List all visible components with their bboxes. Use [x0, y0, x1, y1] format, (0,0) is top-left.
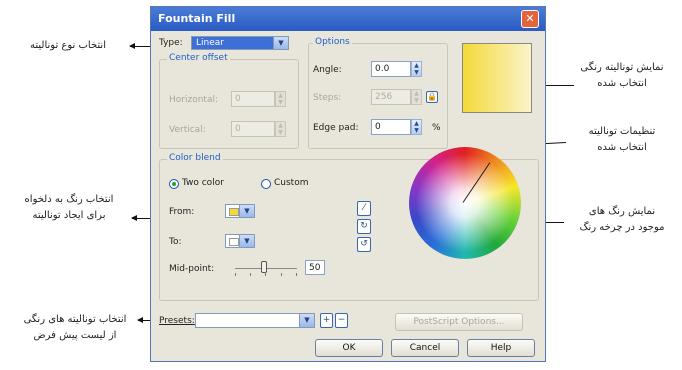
from-color-swatch: [229, 208, 239, 216]
ok-button[interactable]: OK: [315, 339, 383, 357]
to-color-dropdown[interactable]: ▼: [225, 234, 255, 248]
two-color-label: Two color: [182, 178, 224, 188]
mid-point-label: Mid-point:: [169, 264, 215, 274]
title-bar: Fountain Fill ✕: [151, 7, 545, 31]
vertical-spinner[interactable]: ▲ ▼: [275, 121, 286, 137]
to-color-swatch: [229, 238, 239, 246]
edge-pad-field[interactable]: 0: [371, 119, 411, 135]
horizontal-spinner[interactable]: ▲ ▼: [275, 91, 286, 107]
color-blend-title: Color blend: [167, 153, 223, 163]
dialog-title: Fountain Fill: [158, 12, 236, 25]
tick: [296, 273, 297, 276]
type-value: Linear: [196, 38, 224, 48]
chevron-down-icon[interactable]: ▼: [239, 235, 254, 247]
custom-radio[interactable]: [261, 179, 271, 189]
help-button[interactable]: Help: [467, 339, 535, 357]
chevron-down-icon[interactable]: ▼: [239, 205, 254, 217]
tick: [265, 273, 266, 276]
chevron-down-icon[interactable]: ▼: [299, 314, 314, 327]
cancel-button[interactable]: Cancel: [391, 339, 459, 357]
postscript-options-button[interactable]: PostScript Options...: [395, 313, 523, 331]
horizontal-field[interactable]: 0: [231, 91, 275, 107]
annotation-preview: نمایش تونالیته رنگی انتخاب شده: [580, 62, 664, 89]
vertical-label: Vertical:: [169, 125, 206, 135]
to-label: To:: [169, 237, 182, 247]
center-offset-title: Center offset: [167, 53, 230, 63]
steps-spinner[interactable]: ▲ ▼: [411, 89, 422, 105]
tick: [281, 273, 282, 276]
annotation-color-choice: انتخاب رنگ به دلخواه برای ایجاد تونالیته: [24, 194, 114, 221]
mid-point-slider-handle[interactable]: [261, 261, 267, 273]
angle-spinner[interactable]: ▲ ▼: [411, 61, 422, 77]
eyedropper-icon[interactable]: ⁄: [357, 201, 371, 216]
tick: [235, 273, 236, 276]
options-title: Options: [313, 37, 352, 47]
color-wheel[interactable]: [409, 147, 521, 259]
edge-pad-label: Edge pad:: [313, 123, 359, 133]
annotation-wheel: نمایش رنگ های موجود در چرخه رنگ: [579, 206, 665, 233]
annotation-presets: انتخاب تونالیته های رنگی از لیست پیش فرض: [23, 314, 127, 341]
edge-pad-spinner[interactable]: ▲ ▼: [411, 119, 422, 135]
annotation-settings: تنظیمات تونالیته انتخاب شده: [588, 126, 656, 153]
two-color-radio[interactable]: [169, 179, 179, 189]
mid-point-field[interactable]: 50: [305, 260, 325, 275]
from-color-dropdown[interactable]: ▼: [225, 204, 255, 218]
angle-label: Angle:: [313, 65, 342, 75]
presets-label: Presets:: [159, 316, 195, 326]
custom-label: Custom: [274, 178, 309, 188]
type-dropdown[interactable]: Linear ▼: [191, 36, 289, 50]
remove-preset-icon[interactable]: −: [335, 313, 348, 328]
chevron-down-icon[interactable]: ▼: [273, 37, 288, 49]
percent-symbol: %: [432, 123, 441, 133]
close-icon[interactable]: ✕: [521, 10, 539, 28]
lock-icon[interactable]: 🔒: [426, 91, 438, 103]
gradient-preview: [462, 43, 532, 113]
type-label: Type:: [159, 38, 183, 48]
presets-dropdown[interactable]: ▼: [195, 313, 315, 328]
rotate-clockwise-icon[interactable]: ↻: [357, 219, 371, 234]
angle-field[interactable]: 0.0: [371, 61, 411, 77]
add-preset-icon[interactable]: +: [320, 313, 333, 328]
fountain-fill-dialog: Fountain Fill ✕ Type: Linear ▼ Center of…: [150, 6, 546, 362]
vertical-field[interactable]: 0: [231, 121, 275, 137]
horizontal-label: Horizontal:: [169, 95, 218, 105]
tick: [250, 273, 251, 276]
steps-label: Steps:: [313, 93, 342, 103]
rotate-counterclockwise-icon[interactable]: ↺: [357, 237, 371, 252]
from-label: From:: [169, 207, 195, 217]
annotation-type-select: انتخاب نوع تونالیته: [30, 40, 106, 51]
steps-field[interactable]: 256: [371, 89, 411, 105]
